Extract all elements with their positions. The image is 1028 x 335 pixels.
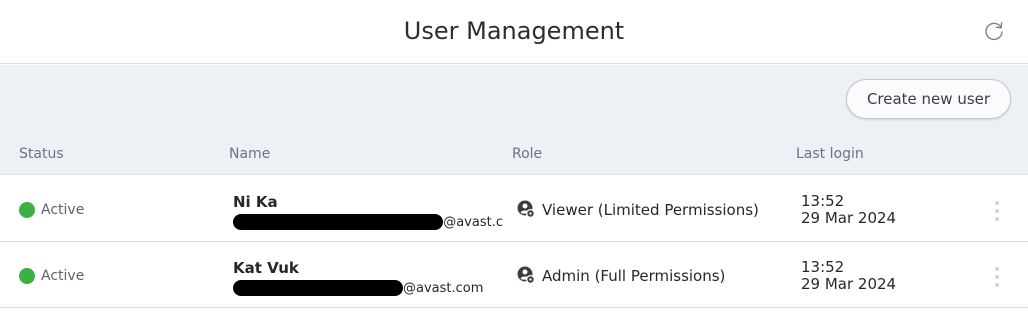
- role-label: Viewer (Limited Permissions): [542, 200, 759, 219]
- refresh-icon[interactable]: [983, 20, 1005, 42]
- status-cell: Active: [19, 202, 84, 218]
- email-domain: @avast.com: [403, 280, 484, 296]
- last-login-time: 13:52: [801, 192, 845, 210]
- table-row[interactable]: Active Ni Ka @avast.c Viewer (Limited Pe…: [0, 176, 1028, 242]
- column-header-role[interactable]: Role: [512, 146, 542, 162]
- email-domain: @avast.c: [443, 214, 503, 230]
- row-more-icon[interactable]: [993, 267, 1001, 287]
- status-cell: Active: [19, 268, 84, 284]
- status-active-dot-icon: [19, 202, 35, 218]
- user-email: @avast.c: [233, 214, 503, 230]
- status-text: Active: [41, 202, 85, 218]
- toolbar: Create new user Status Name Role Last lo…: [0, 65, 1028, 175]
- last-login-cell: 13:52 29 Mar 2024: [801, 193, 896, 227]
- column-header-name[interactable]: Name: [229, 146, 270, 162]
- user-name: Kat Vuk: [233, 259, 299, 277]
- status-text: Active: [41, 268, 85, 284]
- status-active-dot-icon: [19, 268, 35, 284]
- column-header-last-login[interactable]: Last login: [796, 146, 864, 162]
- page-title: User Management: [403, 17, 625, 45]
- user-gear-icon: [517, 266, 535, 284]
- page-header: User Management: [0, 0, 1028, 64]
- row-more-icon[interactable]: [993, 201, 1001, 221]
- role-cell: Viewer (Limited Permissions): [517, 200, 759, 219]
- user-gear-icon: [517, 200, 535, 218]
- table-row[interactable]: Active Kat Vuk @avast.com Admin (Full Pe…: [0, 242, 1028, 308]
- last-login-time: 13:52: [801, 258, 845, 276]
- last-login-date: 29 Mar 2024: [801, 209, 897, 227]
- role-cell: Admin (Full Permissions): [517, 266, 725, 285]
- redaction-bar: [233, 214, 444, 230]
- user-email: @avast.com: [233, 280, 493, 296]
- create-new-user-button[interactable]: Create new user: [846, 79, 1011, 119]
- last-login-cell: 13:52 29 Mar 2024: [801, 259, 896, 293]
- last-login-date: 29 Mar 2024: [801, 275, 897, 293]
- column-header-status[interactable]: Status: [19, 146, 64, 162]
- redaction-bar: [233, 280, 403, 296]
- user-name: Ni Ka: [233, 193, 278, 211]
- role-label: Admin (Full Permissions): [542, 266, 726, 285]
